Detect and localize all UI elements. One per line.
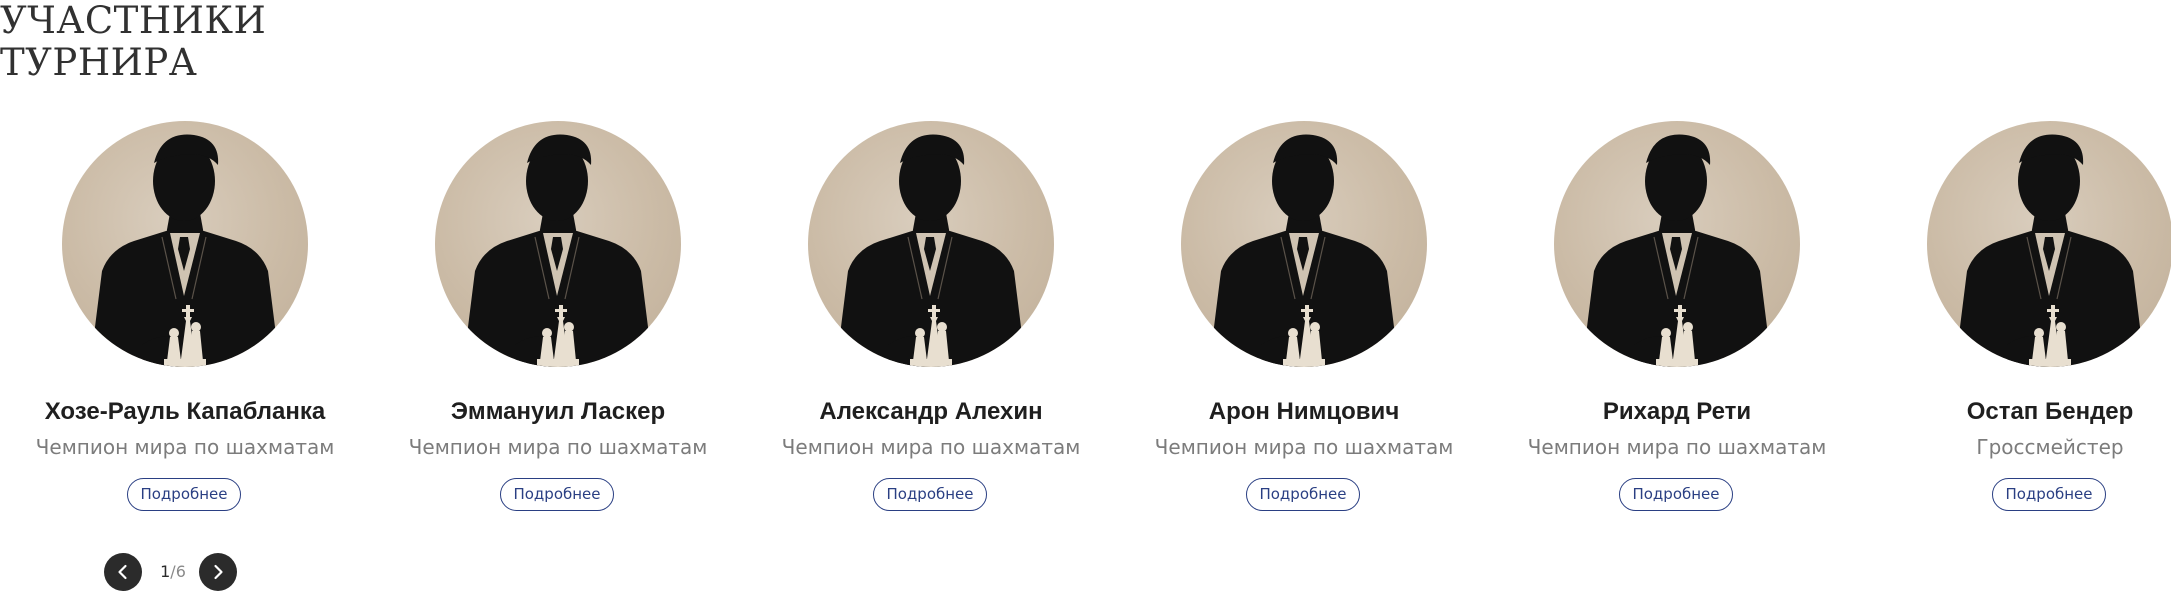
more-button[interactable]: Подробнее xyxy=(873,478,987,511)
page-current: 1 xyxy=(160,562,171,581)
chevron-left-icon xyxy=(118,564,127,580)
section-title-line2: ТУРНИРА xyxy=(0,41,198,84)
participant-title: Гроссмейстер xyxy=(1976,435,2124,459)
participant-avatar xyxy=(1181,121,1427,367)
chevron-right-icon xyxy=(214,564,223,580)
participant-title: Чемпион мира по шахматам xyxy=(1527,435,1827,459)
page-total: 6 xyxy=(175,562,186,581)
section-title: УЧАСТНИКИ ТУРНИРА xyxy=(0,0,266,84)
participant-avatar xyxy=(1927,121,2171,367)
more-button[interactable]: Подробнее xyxy=(1992,478,2106,511)
next-button[interactable] xyxy=(199,553,237,591)
participant-name: Эммануил Ласкер xyxy=(450,398,666,425)
more-button[interactable]: Подробнее xyxy=(500,478,614,511)
participant-name: Рихард Рети xyxy=(1602,398,1752,425)
participant-card: Хозе-Рауль Капабланка Чемпион мира по ша… xyxy=(0,121,370,521)
participant-avatar xyxy=(808,121,1054,367)
participant-name: Остап Бендер xyxy=(1966,398,2134,425)
more-button[interactable]: Подробнее xyxy=(1246,478,1360,511)
section-title-line1: УЧАСТНИКИ xyxy=(0,0,267,42)
participant-avatar xyxy=(62,121,308,367)
participant-avatar xyxy=(435,121,681,367)
more-button[interactable]: Подробнее xyxy=(127,478,241,511)
participant-card: Арон Нимцович Чемпион мира по шахматам П… xyxy=(1119,121,1489,521)
participants-carousel: Хозе-Рауль Капабланка Чемпион мира по ша… xyxy=(0,121,2171,521)
participant-title: Чемпион мира по шахматам xyxy=(1154,435,1454,459)
participant-card: Эммануил Ласкер Чемпион мира по шахматам… xyxy=(373,121,743,521)
participant-title: Чемпион мира по шахматам xyxy=(781,435,1081,459)
participant-card: Александр Алехин Чемпион мира по шахмата… xyxy=(746,121,1116,521)
participant-name: Хозе-Рауль Капабланка xyxy=(44,398,326,425)
more-button[interactable]: Подробнее xyxy=(1619,478,1733,511)
prev-button[interactable] xyxy=(104,553,142,591)
participant-title: Чемпион мира по шахматам xyxy=(35,435,335,459)
participant-card: Рихард Рети Чемпион мира по шахматам Под… xyxy=(1492,121,1862,521)
participant-name: Александр Алехин xyxy=(819,398,1043,425)
participant-avatar xyxy=(1554,121,1800,367)
page-counter: 1/6 xyxy=(152,553,194,591)
participant-card: Остап Бендер Гроссмейстер Подробнее xyxy=(1865,121,2171,521)
participant-name: Арон Нимцович xyxy=(1208,398,1400,425)
participant-title: Чемпион мира по шахматам xyxy=(408,435,708,459)
